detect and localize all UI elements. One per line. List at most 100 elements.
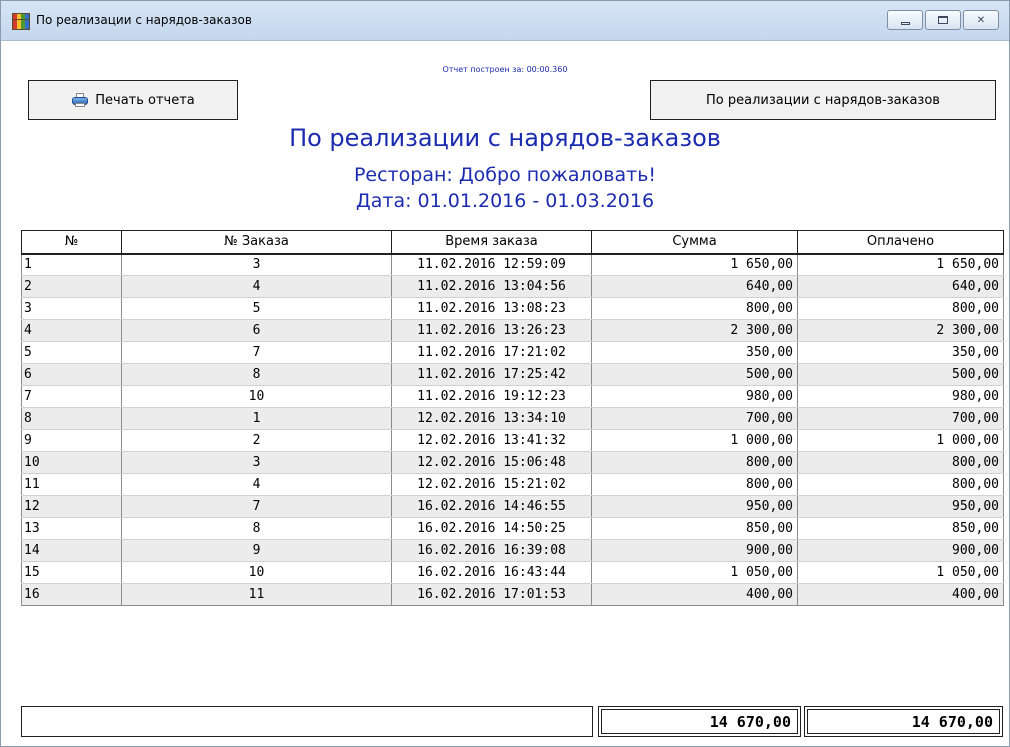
table-row[interactable]: 10 3 12.02.2016 15:06:48 800,00 800,00 — [21, 451, 1004, 474]
cell-paid: 1 050,00 — [797, 561, 1004, 584]
cell-order-time: 16.02.2016 16:39:08 — [391, 539, 592, 562]
cell-row-number: 11 — [21, 473, 122, 496]
report-window: По реализации с нарядов-заказов ✕ Отчет … — [0, 0, 1010, 747]
print-report-label: Печать отчета — [95, 92, 195, 108]
cell-order-time: 12.02.2016 15:21:02 — [391, 473, 592, 496]
maximize-button[interactable] — [925, 10, 961, 30]
cell-order-time: 12.02.2016 15:06:48 — [391, 451, 592, 474]
table-row[interactable]: 7 10 11.02.2016 19:12:23 980,00 980,00 — [21, 385, 1004, 408]
cell-order-number: 5 — [121, 297, 392, 320]
cell-order-number: 8 — [121, 517, 392, 540]
cell-sum: 950,00 — [591, 495, 798, 518]
cell-row-number: 6 — [21, 363, 122, 386]
cell-sum: 1 650,00 — [591, 253, 798, 276]
table-row[interactable]: 2 4 11.02.2016 13:04:56 640,00 640,00 — [21, 275, 1004, 298]
window-title: По реализации с нарядов-заказов — [36, 13, 252, 27]
totals-label-cell — [21, 706, 593, 737]
total-sum-cell: 14 670,00 — [598, 706, 801, 737]
cell-row-number: 14 — [21, 539, 122, 562]
cell-row-number: 16 — [21, 583, 122, 606]
cell-order-number: 3 — [121, 451, 392, 474]
table-row[interactable]: 1 3 11.02.2016 12:59:09 1 650,00 1 650,00 — [21, 253, 1004, 276]
table-row[interactable]: 4 6 11.02.2016 13:26:23 2 300,00 2 300,00 — [21, 319, 1004, 342]
cell-order-number: 10 — [121, 561, 392, 584]
close-icon: ✕ — [976, 14, 986, 26]
print-report-button[interactable]: Печать отчета — [28, 80, 238, 120]
cell-row-number: 3 — [21, 297, 122, 320]
table-row[interactable]: 11 4 12.02.2016 15:21:02 800,00 800,00 — [21, 473, 1004, 496]
cell-sum: 800,00 — [591, 451, 798, 474]
cell-row-number: 7 — [21, 385, 122, 408]
cell-order-time: 11.02.2016 19:12:23 — [391, 385, 592, 408]
cell-order-number: 2 — [121, 429, 392, 452]
header-sum[interactable]: Сумма — [591, 230, 798, 255]
app-grid-icon — [12, 13, 30, 30]
cell-paid: 850,00 — [797, 517, 1004, 540]
table-row[interactable]: 12 7 16.02.2016 14:46:55 950,00 950,00 — [21, 495, 1004, 518]
cell-order-time: 11.02.2016 17:25:42 — [391, 363, 592, 386]
cell-order-time: 11.02.2016 13:08:23 — [391, 297, 592, 320]
total-sum-value: 14 670,00 — [601, 709, 798, 734]
cell-paid: 2 300,00 — [797, 319, 1004, 342]
cell-sum: 900,00 — [591, 539, 798, 562]
cell-order-number: 7 — [121, 341, 392, 364]
cell-sum: 800,00 — [591, 297, 798, 320]
table-row[interactable]: 15 10 16.02.2016 16:43:44 1 050,00 1 050,00 — [21, 561, 1004, 584]
table-body: 1 3 11.02.2016 12:59:09 1 650,00 1 650,00 2 4 1… — [21, 253, 1004, 606]
cell-paid: 980,00 — [797, 385, 1004, 408]
cell-row-number: 4 — [21, 319, 122, 342]
cell-paid: 950,00 — [797, 495, 1004, 518]
cell-order-number: 4 — [121, 473, 392, 496]
table-row[interactable]: 5 7 11.02.2016 17:21:02 350,00 350,00 — [21, 341, 1004, 364]
cell-sum: 700,00 — [591, 407, 798, 430]
header-order-time[interactable]: Время заказа — [391, 230, 592, 255]
table-row[interactable]: 3 5 11.02.2016 13:08:23 800,00 800,00 — [21, 297, 1004, 320]
table-row[interactable]: 14 9 16.02.2016 16:39:08 900,00 900,00 — [21, 539, 1004, 562]
table-row[interactable]: 9 2 12.02.2016 13:41:32 1 000,00 1 000,00 — [21, 429, 1004, 452]
cell-order-time: 11.02.2016 17:21:02 — [391, 341, 592, 364]
title-bar[interactable]: По реализации с нарядов-заказов ✕ — [1, 1, 1009, 41]
cell-paid: 800,00 — [797, 297, 1004, 320]
cell-row-number: 9 — [21, 429, 122, 452]
header-order-number[interactable]: № Заказа — [121, 230, 392, 255]
header-paid[interactable]: Оплачено — [797, 230, 1004, 255]
report-type-button[interactable]: По реализации с нарядов-заказов — [650, 80, 996, 120]
cell-paid: 640,00 — [797, 275, 1004, 298]
cell-order-time: 11.02.2016 13:04:56 — [391, 275, 592, 298]
cell-sum: 350,00 — [591, 341, 798, 364]
cell-row-number: 15 — [21, 561, 122, 584]
cell-order-number: 6 — [121, 319, 392, 342]
cell-paid: 1 650,00 — [797, 253, 1004, 276]
cell-order-number: 9 — [121, 539, 392, 562]
cell-order-time: 12.02.2016 13:34:10 — [391, 407, 592, 430]
build-time-label: Отчет построен за: 00:00.360 — [442, 65, 568, 74]
cell-sum: 400,00 — [591, 583, 798, 606]
cell-row-number: 1 — [21, 253, 122, 276]
cell-sum: 980,00 — [591, 385, 798, 408]
window-controls: ✕ — [887, 10, 999, 30]
report-type-label: По реализации с нарядов-заказов — [706, 92, 940, 108]
maximize-icon — [938, 16, 948, 24]
cell-order-time: 16.02.2016 14:46:55 — [391, 495, 592, 518]
minimize-button[interactable] — [887, 10, 923, 30]
printer-icon — [71, 92, 89, 108]
cell-order-number: 1 — [121, 407, 392, 430]
table-row[interactable]: 16 11 16.02.2016 17:01:53 400,00 400,00 — [21, 583, 1004, 606]
cell-order-number: 4 — [121, 275, 392, 298]
header-row-number[interactable]: № — [21, 230, 122, 255]
cell-sum: 2 300,00 — [591, 319, 798, 342]
table-row[interactable]: 8 1 12.02.2016 13:34:10 700,00 700,00 — [21, 407, 1004, 430]
cell-order-time: 11.02.2016 13:26:23 — [391, 319, 592, 342]
cell-row-number: 2 — [21, 275, 122, 298]
cell-row-number: 8 — [21, 407, 122, 430]
table-row[interactable]: 13 8 16.02.2016 14:50:25 850,00 850,00 — [21, 517, 1004, 540]
table-row[interactable]: 6 8 11.02.2016 17:25:42 500,00 500,00 — [21, 363, 1004, 386]
cell-sum: 1 000,00 — [591, 429, 798, 452]
cell-order-time: 12.02.2016 13:41:32 — [391, 429, 592, 452]
close-button[interactable]: ✕ — [963, 10, 999, 30]
cell-order-number: 11 — [121, 583, 392, 606]
restaurant-label: Ресторан: Добро пожаловать! — [353, 164, 657, 186]
cell-paid: 900,00 — [797, 539, 1004, 562]
table-header-row: № № Заказа Время заказа Сумма Оплачено — [21, 230, 1004, 255]
cell-order-number: 3 — [121, 253, 392, 276]
